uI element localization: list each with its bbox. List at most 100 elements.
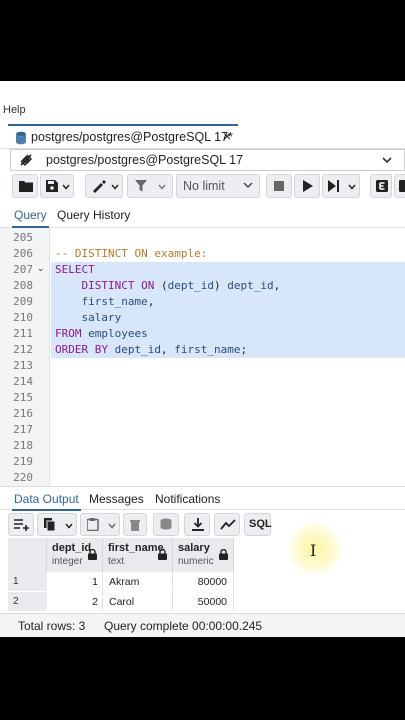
save-button[interactable]	[40, 174, 74, 198]
cell-salary[interactable]: 50000	[173, 592, 234, 611]
editor-line[interactable]: 205	[0, 230, 405, 246]
execute-button[interactable]	[294, 174, 320, 198]
chevron-down-icon	[348, 184, 356, 190]
explain-analyze-button[interactable]	[394, 174, 405, 198]
cell-salary[interactable]: 80000	[173, 572, 234, 591]
editor-line[interactable]: 211 FROM employees	[0, 326, 405, 342]
row-number: 1	[8, 572, 47, 591]
editor-line[interactable]: 207 ⌄ SELECT	[0, 262, 405, 278]
editor-line[interactable]: 206 -- DISTINCT ON example:	[0, 246, 405, 262]
open-file-button[interactable]	[12, 174, 38, 198]
cell-first-name[interactable]: Carol	[103, 592, 173, 611]
editor-line[interactable]: 209 first_name,	[0, 294, 405, 310]
sql-button[interactable]: SQL	[244, 513, 272, 536]
paste-icon	[87, 518, 99, 531]
text-cursor-icon: I	[310, 541, 317, 560]
graph-visualiser-button[interactable]	[214, 513, 240, 536]
menu-help[interactable]: Help	[3, 104, 26, 116]
code-text: -- DISTINCT ON example:	[55, 247, 207, 260]
editor-line[interactable]: 208 DISTINCT ON (dept_id) dept_id,	[0, 278, 405, 294]
cell-dept-id[interactable]: 2	[47, 592, 103, 611]
status-bar: Total rows: 3 Query complete 00:00:00.24…	[0, 613, 405, 637]
lock-icon	[158, 549, 167, 560]
explain-analyze-icon	[399, 180, 405, 192]
line-number: 206	[13, 247, 33, 260]
code-token: dept_id	[114, 343, 161, 356]
download-icon	[192, 518, 204, 531]
add-row-button[interactable]	[8, 513, 34, 536]
edit-button[interactable]	[85, 174, 123, 198]
column-name: dept_id	[52, 542, 92, 554]
row-limit-select[interactable]: No limit	[176, 174, 260, 198]
column-header[interactable]: dept_id integer	[47, 538, 103, 572]
code-token: SELECT	[55, 263, 95, 276]
column-type: text	[108, 556, 125, 567]
code-token: (	[154, 279, 168, 292]
chevron-down-icon	[111, 184, 119, 190]
editor-line[interactable]: 220	[0, 470, 405, 486]
cell-dept-id[interactable]: 1	[47, 572, 103, 591]
column-header[interactable]: first_name text	[103, 538, 173, 572]
line-number: 220	[13, 471, 33, 484]
cell-first-name[interactable]: Akram	[103, 572, 173, 591]
tab-query[interactable]: Query	[12, 208, 49, 228]
execute-options-button[interactable]	[322, 174, 360, 198]
chevron-down-icon	[65, 523, 73, 529]
editor-line[interactable]: 215	[0, 390, 405, 406]
connection-label: postgres/postgres@PostgreSQL 17	[46, 153, 244, 167]
menubar: Help	[0, 81, 405, 121]
code-token: ,	[160, 343, 175, 356]
tab-query-history[interactable]: Query History	[57, 208, 130, 222]
filter-icon	[135, 180, 147, 192]
copy-button[interactable]	[37, 513, 77, 536]
code-text: ORDER BY dept_id, first_name;	[55, 343, 247, 356]
add-row-icon	[14, 519, 29, 531]
explain-icon	[376, 180, 388, 192]
code-token: ,	[147, 295, 155, 308]
editor-line[interactable]: 217	[0, 422, 405, 438]
fold-chevron-icon[interactable]: ⌄	[37, 263, 45, 274]
editor-line[interactable]: 210 salary	[0, 310, 405, 326]
query-status: Query complete 00:00:00.245	[104, 619, 263, 633]
editor-line[interactable]: 213	[0, 358, 405, 374]
stop-button[interactable]	[266, 174, 292, 198]
explain-button[interactable]	[370, 174, 392, 198]
editor-line[interactable]: 216	[0, 406, 405, 422]
tab-data-output[interactable]: Data Output	[12, 492, 81, 511]
editor-line[interactable]: 218	[0, 438, 405, 454]
editor-line[interactable]: 212 ORDER BY dept_id, first_name;	[0, 342, 405, 358]
code-text: DISTINCT ON (dept_id) dept_id,	[55, 279, 281, 292]
code-token: FROM	[55, 327, 82, 340]
line-number: 212	[13, 343, 33, 356]
column-type: integer	[52, 556, 83, 567]
table-row[interactable]: 2 2 Carol 50000	[8, 592, 234, 611]
query-tabs: Query Query History	[0, 202, 405, 228]
code-token: ORDER BY	[55, 343, 108, 356]
code-token: salary	[81, 311, 122, 324]
table-row[interactable]: 1 1 Akram 80000	[8, 572, 234, 591]
line-number: 208	[13, 279, 33, 292]
save-data-button[interactable]	[153, 513, 179, 536]
delete-row-button[interactable]	[123, 513, 147, 536]
query-tool-tab[interactable]: postgres/postgres@PostgreSQL 17* ×	[8, 124, 238, 148]
sql-editor[interactable]: 205 206 -- DISTINCT ON example: 207 ⌄ SELECT 2…	[0, 228, 405, 575]
database-save-icon	[160, 518, 172, 530]
pgadmin-window: Help postgres/postgres@PostgreSQL 17* × …	[0, 81, 405, 637]
tab-messages[interactable]: Messages	[89, 492, 144, 506]
line-number: 210	[13, 311, 33, 324]
tab-notifications[interactable]: Notifications	[155, 492, 220, 506]
download-button[interactable]	[184, 513, 210, 536]
lock-icon	[88, 549, 97, 560]
row-number-header	[8, 538, 47, 572]
play-icon	[303, 180, 313, 192]
editor-line[interactable]: 219	[0, 454, 405, 470]
close-tab-icon[interactable]: ×	[223, 128, 231, 144]
line-number: 218	[13, 439, 33, 452]
paste-button[interactable]	[80, 513, 120, 536]
editor-line[interactable]: 214	[0, 374, 405, 390]
chevron-down-icon	[62, 184, 70, 190]
connection-select[interactable]: postgres/postgres@PostgreSQL 17	[10, 149, 405, 171]
column-header[interactable]: salary numeric	[173, 538, 234, 572]
filter-button[interactable]	[127, 174, 173, 198]
